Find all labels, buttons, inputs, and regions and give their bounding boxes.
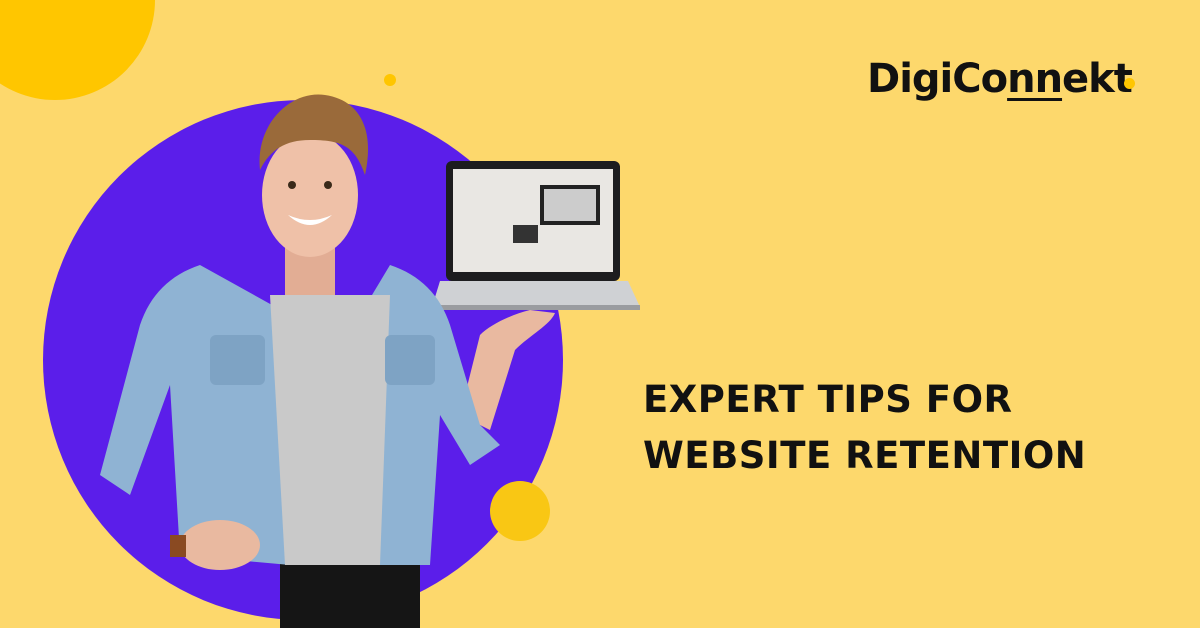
brand-logo: DigiConnekt bbox=[867, 56, 1133, 102]
logo-dot bbox=[1124, 78, 1135, 89]
headline: EXPERT TIPS FOR WEBSITE RETENTION bbox=[643, 372, 1086, 484]
man-holding-laptop-illustration bbox=[100, 94, 640, 628]
laptop-icon bbox=[432, 161, 640, 310]
decorative-yellow-dot bbox=[490, 481, 550, 541]
headline-line-1: EXPERT TIPS FOR bbox=[643, 378, 1013, 421]
logo-text-underlined: nn bbox=[1007, 56, 1063, 102]
headline-line-2: WEBSITE RETENTION bbox=[643, 434, 1087, 477]
logo-text-start: DigiCo bbox=[867, 56, 1008, 102]
logo-text-end: ekt bbox=[1062, 56, 1133, 102]
